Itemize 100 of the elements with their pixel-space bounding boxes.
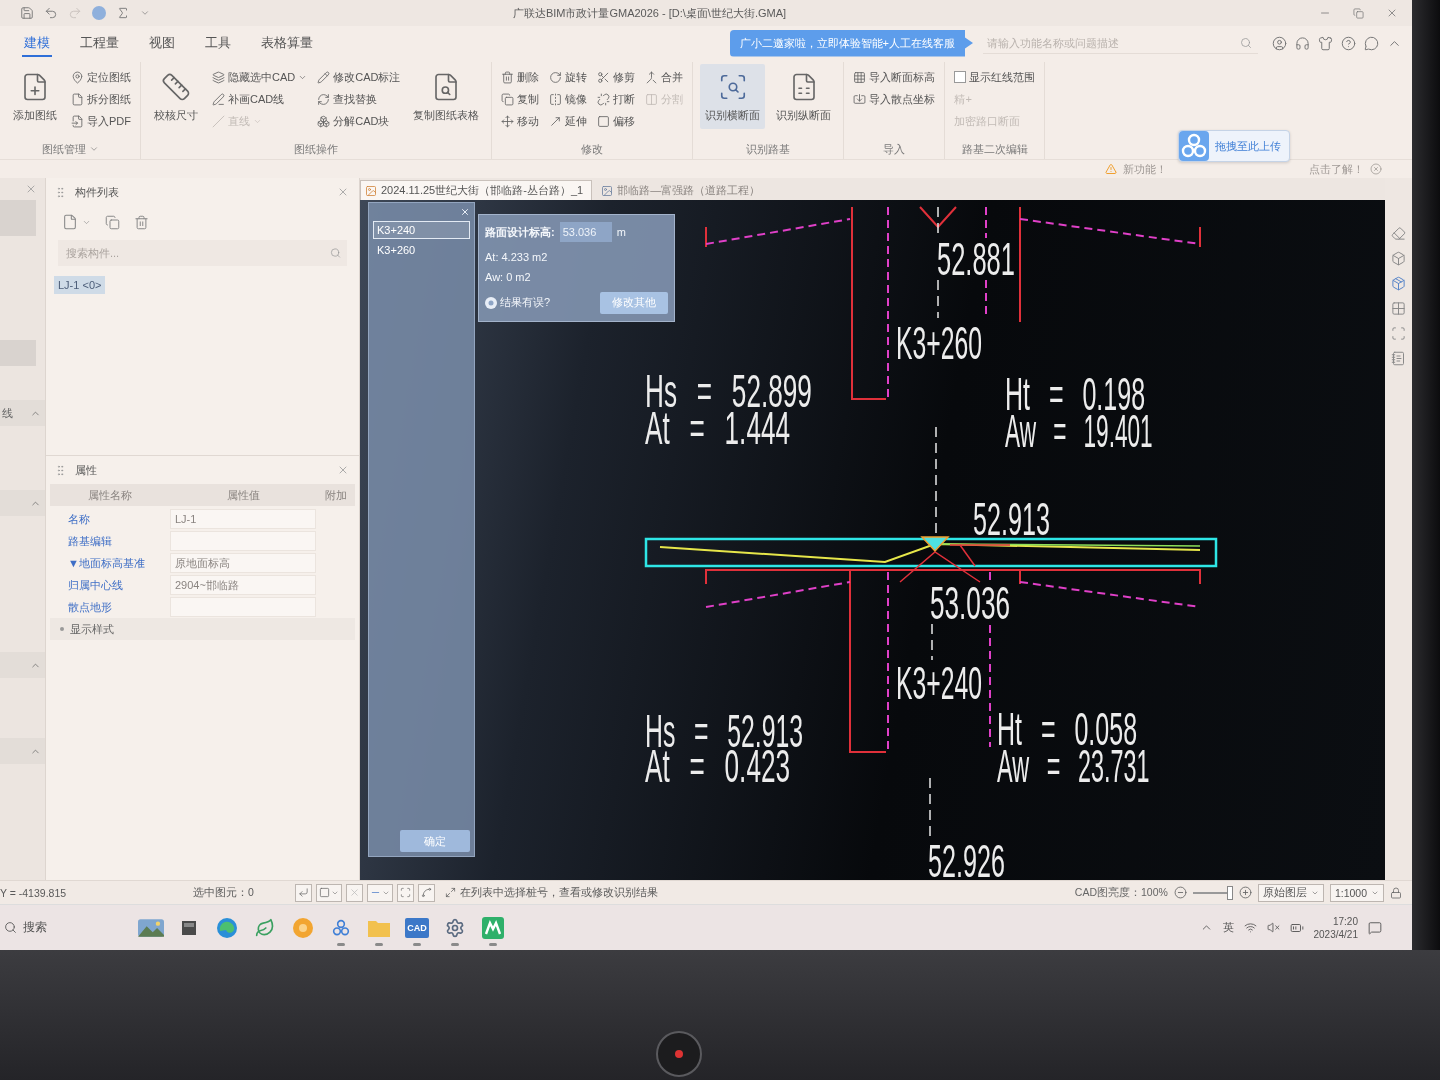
taskbar-search[interactable]: 搜索 [0, 911, 132, 944]
ribbon-button[interactable]: 添加图纸 [7, 64, 63, 129]
slider-thumb[interactable] [1226, 885, 1233, 900]
box-icon[interactable] [1391, 251, 1406, 266]
close-icon[interactable] [337, 464, 349, 476]
component-item[interactable]: LJ-1 <0> [54, 276, 106, 294]
ribbon-button[interactable]: 打断 [595, 88, 638, 110]
ribbon-button[interactable]: 删除 [499, 66, 542, 88]
redo-icon[interactable] [68, 6, 82, 20]
help-icon[interactable] [1341, 35, 1356, 51]
bullet-icon [60, 627, 64, 631]
muted-speaker-icon[interactable] [1266, 921, 1280, 934]
close-icon[interactable] [1386, 7, 1398, 19]
close-icon[interactable] [25, 183, 37, 195]
close-icon[interactable] [337, 186, 349, 198]
caret-icon[interactable] [140, 8, 150, 18]
menu-tab[interactable]: 视图 [147, 29, 177, 57]
menu-tab[interactable]: 表格算量 [259, 29, 315, 57]
ribbon-button[interactable]: 补画CAD线 [210, 88, 310, 110]
toolbar-button[interactable] [397, 883, 414, 902]
layer-dropdown[interactable]: 原始图层 [1257, 883, 1324, 902]
trash-icon[interactable] [134, 214, 149, 230]
ribbon-button[interactable]: 定位图纸 [69, 66, 133, 88]
return-arrow-icon [298, 887, 309, 898]
close-icon[interactable] [460, 207, 470, 217]
undo-icon[interactable] [44, 6, 58, 20]
ribbon-button[interactable]: 镜像 [547, 88, 590, 110]
station-label: K3+240 [896, 657, 982, 709]
headset-icon[interactable] [1295, 35, 1310, 51]
toolbar-button[interactable] [295, 883, 312, 902]
upload-dropzone[interactable]: 拖拽至此上传 [1178, 130, 1290, 162]
input-method-indicator[interactable]: 英 [1222, 920, 1234, 935]
trash-icon [501, 70, 515, 84]
package-icon[interactable] [1391, 276, 1406, 291]
eraser-icon[interactable] [1391, 226, 1406, 241]
property-value-field[interactable]: 2904~邯临路 [170, 575, 316, 595]
notes-icon[interactable] [1391, 351, 1406, 366]
wifi-icon[interactable] [1243, 921, 1257, 934]
drawing-tab[interactable]: 2024.11.25世纪大街（邯临路-丛台路）_1 [360, 180, 593, 200]
property-value-field[interactable]: 原地面标高 [170, 553, 316, 573]
toolbar-button[interactable] [316, 883, 342, 902]
checkbox[interactable] [954, 71, 967, 83]
section-header[interactable]: 线 [0, 400, 45, 426]
zoom-in-icon[interactable] [1238, 886, 1252, 899]
ribbon-button[interactable]: 修改CAD标注 [315, 66, 403, 88]
checkbox-option[interactable]: 显示红线范围 [952, 66, 1038, 88]
clock[interactable]: 17:20 2023/4/21 [1313, 914, 1358, 941]
lock-icon[interactable] [1390, 886, 1402, 899]
ribbon-button[interactable]: 校核尺寸 [148, 64, 204, 129]
ribbon-button[interactable]: 移动 [499, 110, 542, 132]
ribbon-button[interactable]: 导入断面标高 [851, 66, 938, 88]
scale-dropdown[interactable]: 1:1000 [1329, 883, 1384, 902]
unit-label: m [616, 226, 626, 238]
frame-icon[interactable] [1391, 326, 1406, 341]
ribbon-button[interactable]: 隐藏选中CAD [210, 66, 310, 88]
ribbon-button[interactable]: 导入散点坐标 [851, 88, 938, 110]
save-icon[interactable] [20, 6, 34, 20]
toolbar-button[interactable] [367, 883, 393, 902]
ribbon-button[interactable]: 分解CAD块 [315, 110, 403, 132]
search-field[interactable]: 搜索构件... [58, 240, 347, 266]
ribbon-button[interactable]: 延伸 [547, 110, 590, 132]
sigma-icon[interactable] [116, 6, 130, 20]
new-file-icon[interactable] [62, 214, 78, 230]
ribbon-button[interactable]: 旋转 [547, 66, 590, 88]
property-value-field[interactable]: LJ-1 [170, 509, 316, 529]
grid-icon[interactable] [1391, 301, 1406, 316]
zoom-out-icon[interactable] [1173, 886, 1187, 899]
shirt-icon[interactable] [1318, 35, 1333, 51]
toolbar-button[interactable] [346, 883, 363, 902]
notification-icon[interactable] [1368, 920, 1382, 935]
taskbar-app[interactable]: CAD [398, 907, 436, 948]
menu-tab[interactable]: 建模 [22, 29, 52, 57]
ribbon-button[interactable]: 识别纵断面 [771, 64, 837, 129]
flip-icon [549, 92, 563, 106]
disc-icon[interactable] [92, 6, 106, 20]
chat-icon[interactable] [1364, 35, 1379, 51]
ribbon-button[interactable]: 复制图纸表格 [408, 64, 485, 129]
menu-tab[interactable]: 工程量 [78, 29, 121, 57]
ribbon-button[interactable]: 复制 [499, 88, 542, 110]
warning-icon [1105, 163, 1117, 175]
copy-icon[interactable] [105, 214, 120, 230]
ribbon-button[interactable]: 偏移 [595, 110, 638, 132]
restore-icon[interactable] [1353, 7, 1364, 19]
property-name: ▼地面标高基准 [67, 555, 146, 571]
ribbon-button[interactable]: 合并 [643, 66, 686, 88]
frame-icon [400, 887, 411, 898]
menu-tab[interactable]: 工具 [203, 29, 233, 57]
page-icon [71, 92, 84, 106]
ribbon-button[interactable]: 拆分图纸 [69, 88, 133, 110]
property-group-row[interactable]: 显示样式 [50, 618, 355, 640]
station-item[interactable]: K3+260 [373, 241, 470, 259]
ruler-icon [161, 72, 191, 102]
close-icon[interactable] [1370, 163, 1382, 175]
ribbon-button[interactable]: 查找替换 [315, 88, 403, 110]
globe-icon [217, 917, 237, 938]
ribbon-button[interactable]: 导入PDF [69, 110, 133, 132]
ribbon-button[interactable]: 识别横断面 [700, 64, 766, 129]
ribbon-button[interactable]: 修剪 [595, 66, 638, 88]
user-icon[interactable] [1272, 35, 1287, 51]
toolbar-button[interactable] [418, 883, 435, 902]
